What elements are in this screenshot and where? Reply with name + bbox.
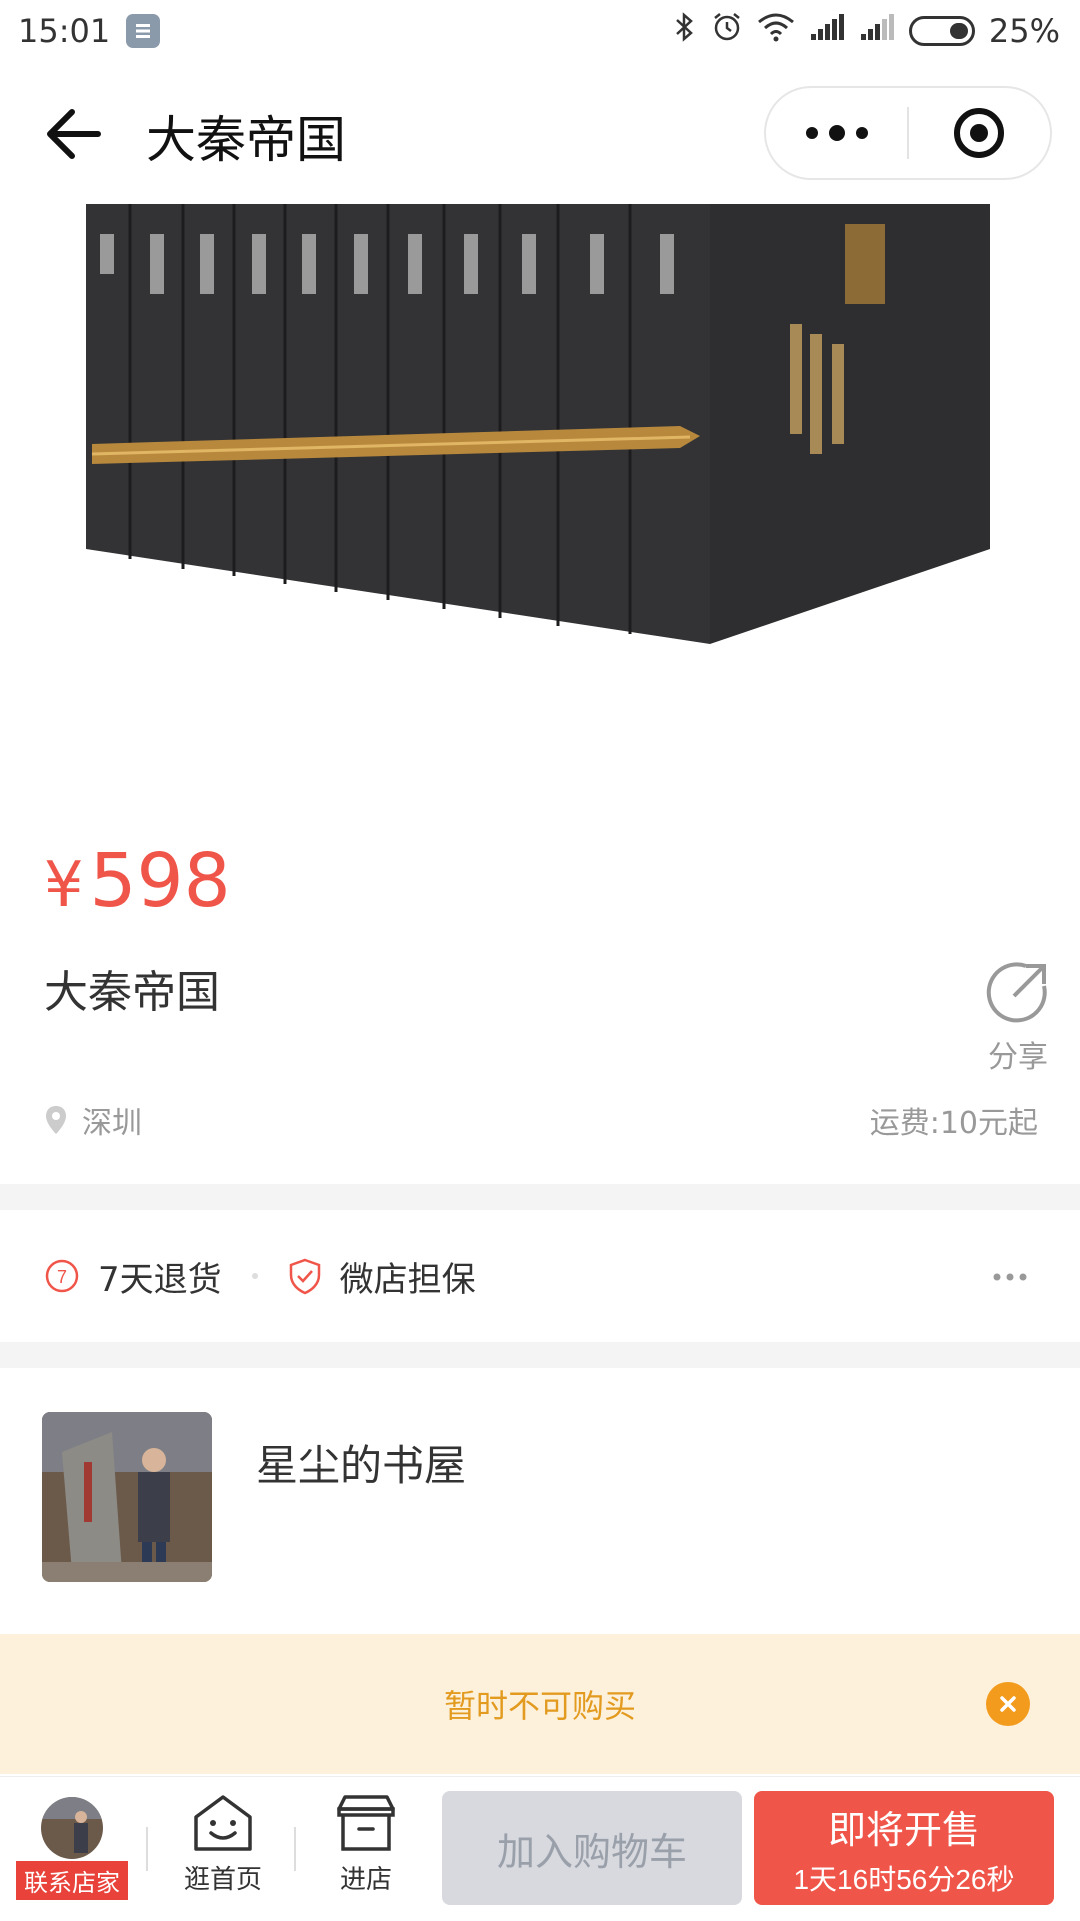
- share-label: 分享: [988, 1040, 1048, 1075]
- svg-text:7: 7: [57, 1267, 67, 1287]
- return-label: 7天退货: [98, 1259, 222, 1300]
- add-to-cart-button[interactable]: 加入购物车: [442, 1791, 742, 1905]
- battery-icon: [908, 16, 975, 46]
- home-button[interactable]: 逛首页: [168, 1777, 278, 1921]
- location-pin-icon: [46, 1106, 66, 1134]
- bottom-bar: 联系店家 逛首页 进店 加入购物车 即将开售 1天16时56分26秒: [0, 1776, 1080, 1920]
- status-time: 15:01: [18, 12, 111, 50]
- guarantee-label: 微店担保: [339, 1259, 476, 1300]
- share-button[interactable]: 分享: [970, 960, 1066, 1076]
- shipping-fee: 运费:10元起: [869, 1106, 1038, 1141]
- close-mini-program-button[interactable]: [909, 88, 1050, 178]
- status-bar: 15:01 25%: [0, 0, 1080, 62]
- seller-avatar: [41, 1797, 103, 1859]
- signal-icon-2: [859, 12, 895, 50]
- close-icon[interactable]: [986, 1682, 1030, 1726]
- section-divider: [0, 1184, 1080, 1210]
- signal-icon-1: [809, 12, 845, 50]
- home-label: 逛首页: [183, 1865, 262, 1895]
- separator: [146, 1827, 148, 1871]
- more-menu-button[interactable]: [766, 88, 907, 178]
- section-divider: [0, 1342, 1080, 1368]
- alarm-icon: [711, 11, 743, 51]
- coming-soon-button[interactable]: 即将开售 1天16时56分26秒: [754, 1791, 1054, 1905]
- store-guarantee: 微店担保: [288, 1252, 476, 1301]
- page-title: 大秦帝国: [146, 111, 346, 169]
- return-policy: 7 7天退货: [44, 1252, 222, 1301]
- enter-store-button[interactable]: 进店: [316, 1777, 416, 1921]
- target-icon: [954, 108, 1005, 158]
- return-7-icon: 7: [45, 1259, 79, 1293]
- store-icon: [337, 1795, 395, 1851]
- guarantee-row[interactable]: 7 7天退货 微店担保: [0, 1210, 1080, 1342]
- contact-seller-button[interactable]: 联系店家: [14, 1777, 130, 1921]
- separator-dot: [251, 1273, 258, 1279]
- more-dots-icon[interactable]: [992, 1267, 1028, 1286]
- share-icon: [986, 962, 1047, 1023]
- product-image[interactable]: [0, 204, 1080, 824]
- back-arrow-icon[interactable]: [44, 104, 104, 164]
- countdown-timer: 1天16时56分26秒: [793, 1863, 1015, 1895]
- notification-icon: [126, 14, 161, 48]
- currency-symbol: ¥: [44, 848, 84, 921]
- product-title: 大秦帝国: [44, 967, 220, 1018]
- shop-avatar[interactable]: [42, 1412, 212, 1582]
- bluetooth-icon: [673, 11, 697, 51]
- contact-seller-label: 联系店家: [16, 1861, 128, 1900]
- store-label: 进店: [339, 1865, 392, 1895]
- separator: [294, 1827, 296, 1871]
- coming-soon-label: 即将开售: [827, 1809, 980, 1852]
- mini-program-capsule: [764, 86, 1052, 180]
- location-text: 深圳: [82, 1106, 142, 1141]
- smile-home-icon: [194, 1795, 252, 1851]
- price-value: 598: [89, 838, 231, 924]
- unavailable-notice: 暂时不可购买: [0, 1634, 1080, 1774]
- nav-bar: 大秦帝国: [0, 62, 1080, 204]
- battery-percent: 25%: [988, 12, 1060, 50]
- notice-text: 暂时不可购买: [443, 1687, 636, 1725]
- shield-check-icon: [289, 1258, 320, 1295]
- product-price: ¥598: [44, 838, 231, 924]
- shop-name[interactable]: 星尘的书屋: [256, 1432, 466, 1493]
- more-dots-icon: [805, 125, 868, 141]
- shop-row[interactable]: 星尘的书屋: [0, 1370, 1080, 1600]
- wifi-icon: [757, 12, 795, 50]
- location-row: 深圳 运费:10元起: [44, 1098, 1038, 1142]
